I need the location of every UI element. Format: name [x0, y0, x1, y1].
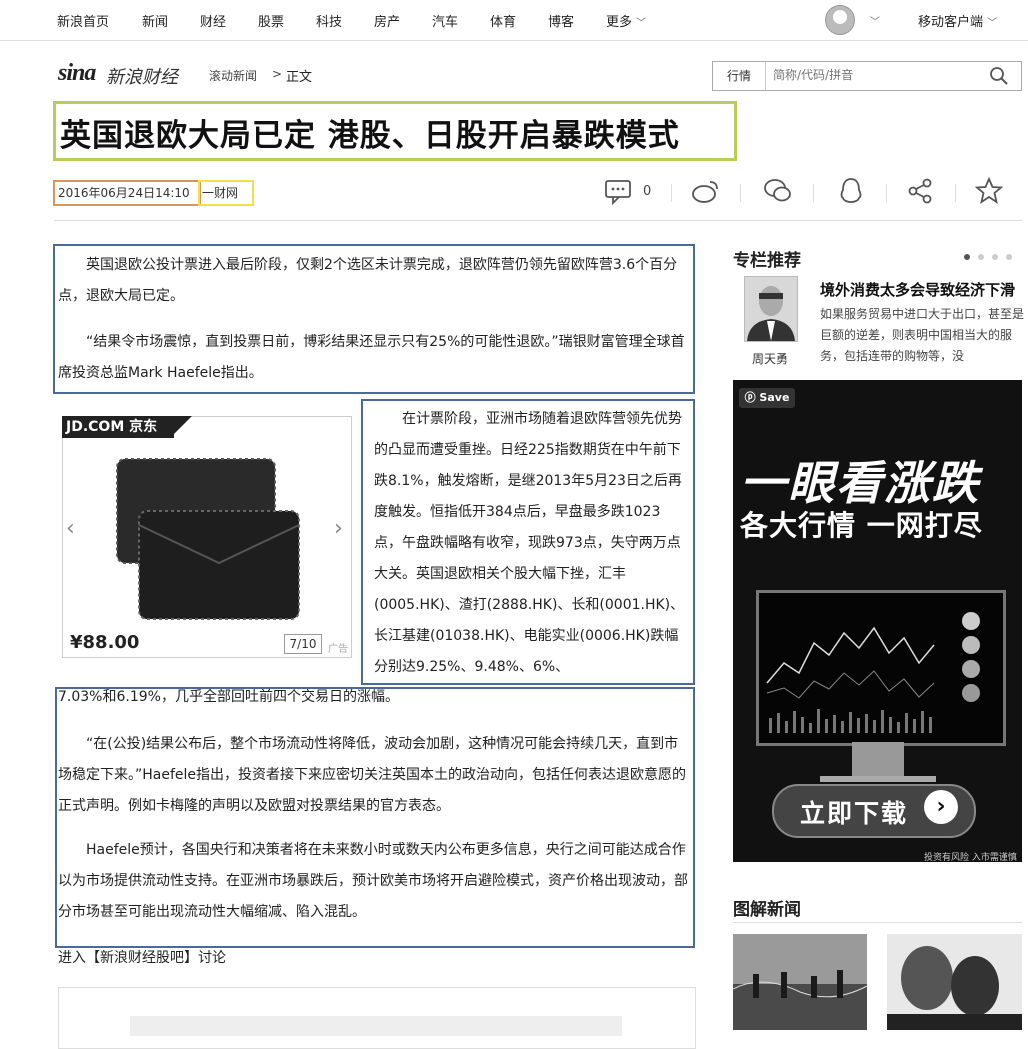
arrow-right-icon: › [924, 790, 958, 824]
chevron-down-icon: ﹀ [987, 18, 998, 29]
toolbar-divider [671, 184, 672, 202]
sina-finance-logo[interactable]: 新浪财经 [106, 63, 178, 89]
jd-logo: JD.COM 京东 [62, 416, 174, 438]
ad-tag: 广告 [328, 644, 348, 655]
nav-item-home[interactable]: 新浪首页 [57, 11, 109, 30]
article-date: 2016年06月24日14:10 [58, 186, 190, 200]
article-paragraph: “在(公投)结果公布后，整个市场流动性将降低，波动会加剧，这种情况可能会持续几天… [58, 736, 687, 814]
article-title: 英国退欧大局已定 港股、日股开启暴跌模式 [60, 118, 680, 154]
nav-item-house[interactable]: 房产 [374, 11, 400, 30]
search-input[interactable] [769, 63, 987, 87]
nav-more-label: 更多 [606, 15, 633, 30]
wechat-icon[interactable] [763, 176, 793, 206]
article-paragraph: 在计票阶段，亚洲市场随着退欧阵营领先优势的凸显而遭受重挫。日经225指数期货在中… [374, 411, 685, 675]
carousel-dot[interactable] [1006, 254, 1012, 260]
product-ad[interactable] [62, 416, 352, 658]
jd-logo-corner [170, 416, 192, 438]
article-paragraph: Haefele预计，各国央行和决策者将在未来数小时或数天内公布更多信息，央行之间… [58, 842, 688, 920]
header-divider [54, 220, 1022, 221]
chevron-down-icon: ﹀ [636, 18, 647, 29]
nav-item-auto[interactable]: 汽车 [432, 11, 458, 30]
banner-risk-note: 投资有风险 入市需谨慎 [924, 853, 1017, 863]
download-label: 立即下载 [800, 799, 909, 828]
toolbar-divider [955, 184, 956, 202]
avatar[interactable] [825, 5, 855, 35]
top-nav: 新浪首页 新闻 财经 股票 科技 房产 汽车 体育 博客 更多 ﹀ ﹀ 移动客户… [0, 0, 1028, 41]
ad-price: ¥88.00 [70, 632, 140, 653]
nav-item-more[interactable]: 更多 ﹀ [606, 11, 646, 30]
chevron-right-icon[interactable]: › [334, 516, 343, 541]
star-icon[interactable] [974, 176, 1004, 206]
monitor-image [756, 590, 1006, 746]
section-divider [733, 922, 1022, 923]
column-headline[interactable]: 境外消费太多会导致经济下滑 [820, 279, 1015, 300]
share-icon[interactable] [905, 176, 935, 206]
nav-item-tech[interactable]: 科技 [316, 11, 342, 30]
breadcrumb-category[interactable]: 滚动新闻 [209, 67, 257, 84]
nav-item-sports[interactable]: 体育 [490, 11, 516, 30]
qq-icon[interactable] [836, 176, 866, 206]
person-icon [747, 286, 795, 341]
toolbar-divider [886, 184, 887, 202]
comment-icon[interactable] [603, 176, 633, 206]
article-paragraph: 英国退欧公投计票进入最后阶段，仅剩2个选区未计票完成，退欧阵营仍领先留欧阵营3.… [58, 257, 678, 304]
comment-count: 0 [643, 184, 652, 199]
monitor-base [820, 776, 936, 782]
carousel-dot[interactable] [992, 254, 998, 260]
mobile-client-label: 移动客户端 [918, 15, 984, 30]
breadcrumb-separator: > [272, 67, 283, 81]
mobile-client-link[interactable]: 移动客户端 ﹀ [918, 11, 997, 30]
author-photo[interactable] [744, 276, 798, 342]
author-name[interactable]: 周天勇 [752, 350, 788, 367]
ad-page-indicator: 7/10 [284, 634, 322, 654]
monitor-stand [852, 742, 904, 778]
carousel-dot[interactable] [978, 254, 984, 260]
portrait-photo [887, 934, 1022, 1030]
nav-item-news[interactable]: 新闻 [142, 11, 168, 30]
toolbar-divider [813, 184, 814, 202]
pinterest-save-button[interactable]: ⓟ Save [739, 388, 795, 408]
sina-logo[interactable]: sina [58, 60, 96, 87]
stock-chart-image [766, 612, 980, 733]
column-description: 如果服务贸易中进口大于出口，甚至是巨额的逆差，则表明中国相当大的服务，包括连带的… [820, 307, 1025, 363]
banner-subheadline: 各大行情 一网打尽 [740, 509, 983, 542]
picture-news-title: 图解新闻 [733, 900, 801, 920]
chevron-down-icon[interactable]: ﹀ [870, 13, 880, 28]
fishermen-photo [733, 934, 867, 1030]
article-source[interactable]: 一财网 [202, 184, 238, 201]
comment-input[interactable] [130, 1016, 622, 1036]
nav-item-finance[interactable]: 财经 [200, 11, 226, 30]
picture-news-thumbnail[interactable] [887, 934, 1022, 1030]
carousel-dot[interactable] [964, 254, 970, 260]
nav-item-blog[interactable]: 博客 [548, 11, 574, 30]
toolbar-divider [740, 184, 741, 202]
search-type-select[interactable]: 行情 [713, 62, 766, 90]
search-icon[interactable] [989, 66, 1009, 86]
product-image [116, 458, 300, 620]
weibo-icon[interactable] [690, 176, 720, 206]
article-paragraph: “结果令市场震惊，直到投票日前，博彩结果还显示只有25%的可能性退欧。”瑞银财富… [58, 334, 685, 381]
search-box: 行情 [712, 61, 1022, 91]
column-section-title: 专栏推荐 [733, 251, 801, 271]
nav-item-stocks[interactable]: 股票 [258, 11, 284, 30]
discussion-link[interactable]: 进入【新浪财经股吧】讨论 [58, 947, 226, 967]
chevron-left-icon[interactable]: ‹ [66, 516, 75, 541]
save-label: Save [759, 391, 790, 404]
picture-news-thumbnail[interactable] [733, 934, 867, 1030]
breadcrumb-current: 正文 [286, 70, 313, 85]
